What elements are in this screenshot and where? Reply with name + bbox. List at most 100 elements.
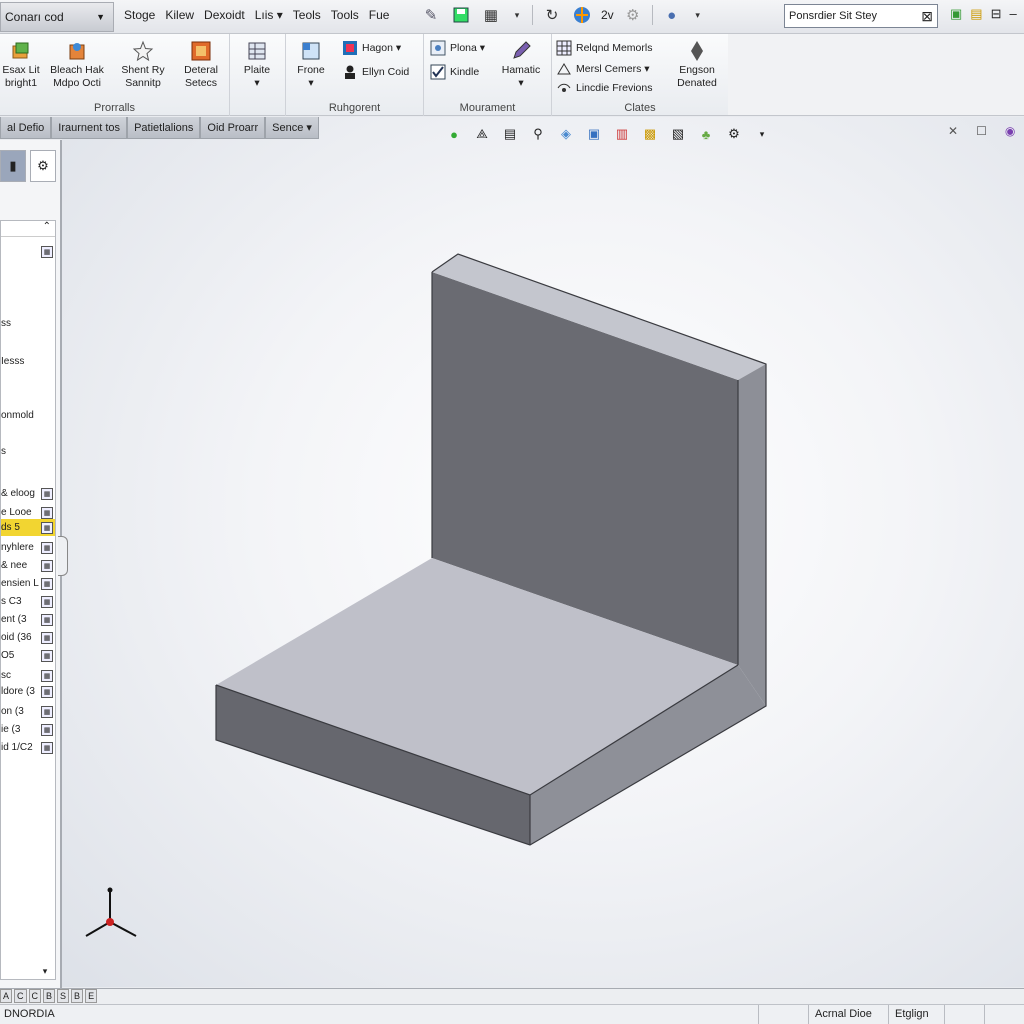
previous-view-icon[interactable]: ▤: [500, 124, 520, 144]
menu-item[interactable]: Stoge: [124, 8, 155, 22]
tree-filter-icon[interactable]: ▦: [1, 243, 55, 260]
tab-item[interactable]: Sence ▾: [265, 117, 319, 139]
view-orientation-icon[interactable]: ◈: [556, 124, 576, 144]
grid-icon[interactable]: ▦: [480, 4, 502, 26]
tree-item[interactable]: ds 5 ▦: [1, 519, 55, 536]
bottom-mini-tab[interactable]: B: [43, 989, 56, 1003]
bottom-mini-tab[interactable]: S: [57, 989, 70, 1003]
ribbon-button[interactable]: Deteral Setecs: [174, 40, 228, 90]
bottom-mini-tab[interactable]: C: [14, 989, 27, 1003]
render-icon[interactable]: ♣: [696, 124, 716, 144]
tree-item[interactable]: id 1/C2 ▦: [1, 739, 55, 756]
plate-icon: [248, 42, 266, 60]
tree-item[interactable]: ensien L ▦: [1, 575, 55, 592]
scroll-down-icon[interactable]: ▾: [38, 966, 52, 980]
tree-item[interactable]: nee & ▦: [1, 557, 55, 574]
ribbon-button[interactable]: Shent Ry Sannitp: [116, 40, 170, 90]
pen-icon[interactable]: ✎: [420, 4, 442, 26]
collapse-icon[interactable]: ⌃: [1, 221, 55, 237]
maximize-icon[interactable]: ☐: [976, 124, 987, 138]
ribbon-small-button[interactable]: Plona ▾: [430, 40, 485, 56]
tab-item[interactable]: al Defio: [0, 117, 52, 139]
axis-triad: [85, 887, 137, 937]
tree-item[interactable]: ie (3 ▦: [1, 721, 55, 738]
separator: [651, 5, 653, 25]
tab-item[interactable]: Patietlalions: [127, 117, 201, 139]
menu-item[interactable]: Tools: [331, 8, 359, 22]
appearance-icon[interactable]: ▩: [640, 124, 660, 144]
app-menu-button[interactable]: Conarı cod ▼: [0, 2, 114, 32]
tree-item[interactable]: ldore (3 ▦: [1, 683, 55, 700]
dropdown-arrow-icon: ▾: [308, 77, 314, 89]
menu-item[interactable]: Kilew: [165, 8, 194, 22]
settings-icon[interactable]: ◉: [1005, 124, 1015, 138]
tree-item[interactable]: Iesss: [1, 353, 55, 370]
tree-item[interactable]: nyhlere ▦: [1, 539, 55, 556]
minimize-icon[interactable]: –: [1010, 6, 1017, 22]
frame-icon: [302, 42, 320, 60]
folder-icon[interactable]: ▤: [970, 6, 982, 22]
hide-show-icon[interactable]: ▥: [612, 124, 632, 144]
tree-item[interactable]: on (3 ▦: [1, 703, 55, 720]
ribbon-small-button[interactable]: Kindle: [430, 64, 479, 80]
ribbon-button[interactable]: Bleach Hak Mdpo Octi: [50, 40, 104, 90]
property-manager-tab[interactable]: ⚙: [30, 150, 56, 182]
ribbon-button[interactable]: Hamatic ▾: [494, 40, 548, 90]
display-style-icon[interactable]: ▣: [584, 124, 604, 144]
feature-icon: ▦: [41, 649, 53, 662]
3d-model-view[interactable]: [62, 117, 1024, 987]
scene-icon[interactable]: ▧: [668, 124, 688, 144]
tree-item[interactable]: ent (3 ▦: [1, 611, 55, 628]
restore-icon[interactable]: ⊟: [991, 6, 1002, 22]
tree-item[interactable]: s C3 ▦: [1, 593, 55, 610]
section-view-icon[interactable]: ⚲: [528, 124, 548, 144]
feature-icon: ▦: [41, 487, 53, 500]
title-bar: Conarı cod ▼ Stoge Kilew Dexoidt Lıis ▾ …: [0, 0, 1024, 34]
tab-item[interactable]: Iraurnent tos: [51, 117, 128, 139]
tree-item[interactable]: sc ▦: [1, 667, 55, 684]
ribbon-small-button[interactable]: Lincdie Frevions: [556, 80, 652, 96]
ribbon-button[interactable]: Frone ▾: [284, 40, 338, 90]
chevron-down-icon[interactable]: ▾: [691, 4, 705, 26]
ribbon-button[interactable]: Esax Lit bright1: [0, 40, 48, 90]
bottom-mini-tab[interactable]: E: [85, 989, 98, 1003]
tree-item[interactable]: eloog & ▦: [1, 485, 55, 502]
menu-item[interactable]: Lıis ▾: [255, 8, 283, 22]
tree-item[interactable]: oid (36 ▦: [1, 629, 55, 646]
tree-item[interactable]: s: [1, 443, 55, 460]
tree-item[interactable]: onmold: [1, 407, 55, 424]
button-label: Lincdie Frevions: [576, 82, 653, 94]
zoom-fit-icon[interactable]: ●: [444, 124, 464, 144]
options-icon[interactable]: ⚙: [622, 4, 644, 26]
panel-splitter-handle[interactable]: [58, 536, 68, 576]
view-icon[interactable]: ●: [661, 4, 683, 26]
help-icon[interactable]: ▣: [950, 6, 962, 22]
clear-search-icon[interactable]: ⊠: [921, 8, 933, 25]
feature-tree-tab[interactable]: ▮: [0, 150, 26, 182]
chevron-down-icon[interactable]: ▾: [510, 4, 524, 26]
ribbon-small-button[interactable]: Relqnd Memorls: [556, 40, 652, 56]
menu-item[interactable]: Fue: [369, 8, 390, 22]
menu-item[interactable]: Teols: [293, 8, 321, 22]
rebuild-icon[interactable]: ↻: [541, 4, 563, 26]
ribbon-small-button[interactable]: Ellyn Coid: [342, 64, 409, 80]
bottom-mini-tab[interactable]: B: [71, 989, 84, 1003]
bottom-mini-tab[interactable]: C: [28, 989, 42, 1003]
ribbon-button[interactable]: Plaite ▾: [230, 40, 284, 90]
tree-item-label: ss: [1, 318, 11, 329]
close-icon[interactable]: ✕: [948, 124, 958, 138]
ribbon-button[interactable]: Engson Denated: [670, 40, 724, 90]
view-settings-icon[interactable]: ⚙: [724, 124, 744, 144]
globe-icon[interactable]: [571, 4, 593, 26]
tree-item[interactable]: ss: [1, 315, 55, 332]
menu-item[interactable]: Dexoidt: [204, 8, 245, 22]
search-input[interactable]: Ponsrdier Sit Stey ⊠: [784, 4, 938, 28]
ribbon-small-button[interactable]: Hagon ▾: [342, 40, 401, 56]
save-icon[interactable]: [450, 4, 472, 26]
zoom-area-icon[interactable]: ⟁: [472, 124, 492, 144]
tree-item[interactable]: O5 ▦: [1, 647, 55, 664]
ribbon-small-button[interactable]: Mersl Cemers ▾: [556, 61, 650, 77]
chevron-down-icon[interactable]: ▾: [752, 124, 772, 144]
tab-item[interactable]: Oid Proarr: [200, 117, 266, 139]
bottom-mini-tab[interactable]: A: [0, 989, 13, 1003]
